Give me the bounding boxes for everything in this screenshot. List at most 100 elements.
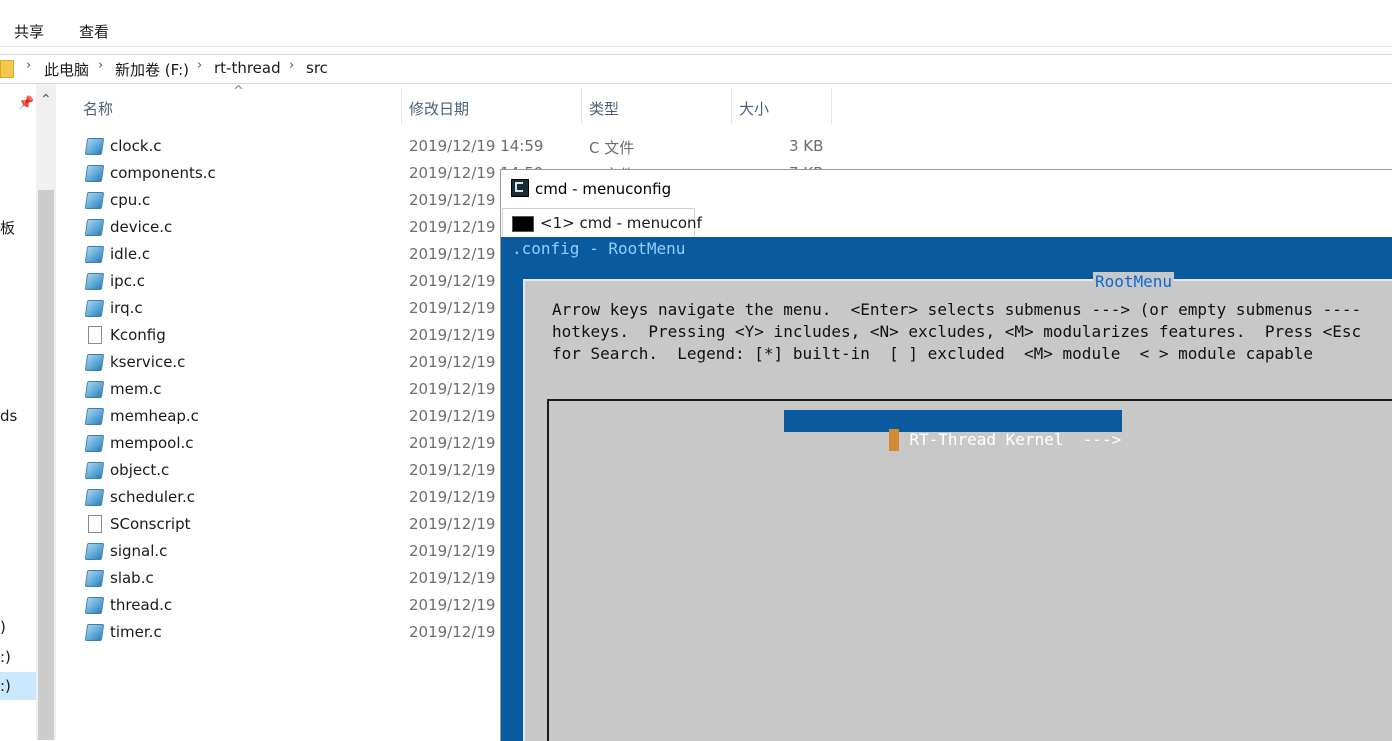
- c-file-icon: [84, 192, 105, 209]
- chevron-right-icon[interactable]: ›: [289, 58, 294, 73]
- terminal-icon: [512, 216, 534, 232]
- file-date: 2019/12/19: [409, 326, 496, 344]
- nav-scrollbar-thumb[interactable]: [38, 190, 54, 740]
- column-divider[interactable]: [401, 88, 402, 124]
- ribbon-tab-share[interactable]: 共享: [14, 21, 44, 42]
- nav-item[interactable]: ds: [0, 407, 17, 425]
- c-file-icon: [84, 462, 105, 479]
- address-bar[interactable]: › 此电脑 › 新加卷 (F:) › rt-thread › src: [0, 54, 1392, 84]
- nav-item[interactable]: :): [0, 648, 11, 666]
- file-name: cpu.c: [110, 191, 151, 209]
- breadcrumb-volume[interactable]: 新加卷 (F:): [115, 59, 189, 80]
- file-name: mem.c: [110, 380, 162, 398]
- c-file-icon: [84, 381, 105, 398]
- plain-file-icon: [88, 326, 102, 344]
- menu-item-rt-thread-kernel[interactable]: RT-Thread Kernel --->: [784, 410, 1123, 451]
- file-date: 2019/12/19: [409, 434, 496, 452]
- file-date: 2019/12/19: [409, 353, 496, 371]
- ribbon-tab-view[interactable]: 查看: [79, 21, 109, 42]
- menu-list-box: RT-Thread Kernel --->: [547, 399, 1392, 741]
- help-line: hotkeys. Pressing <Y> includes, <N> excl…: [552, 322, 1362, 341]
- file-name: mempool.c: [110, 434, 194, 452]
- column-divider[interactable]: [581, 88, 582, 124]
- file-date: 2019/12/19 14:59: [409, 137, 544, 155]
- file-name: kservice.c: [110, 353, 186, 371]
- menu-cursor: [889, 429, 900, 451]
- folder-icon: [0, 60, 14, 78]
- c-file-icon: [84, 300, 105, 317]
- file-date: 2019/12/19: [409, 191, 496, 209]
- c-file-icon: [84, 597, 105, 614]
- file-type: C 文件: [589, 139, 635, 157]
- sort-ascending-icon: ^: [233, 84, 244, 99]
- cmd-window[interactable]: cmd - menuconfig <1> cmd - menuconf .con…: [500, 169, 1392, 741]
- file-size: 3 KB: [789, 137, 824, 155]
- window-title: cmd - menuconfig: [535, 180, 672, 198]
- console-area[interactable]: .config - RootMenu RootMenu Arrow keys n…: [501, 237, 1392, 741]
- file-name: clock.c: [110, 137, 162, 155]
- scroll-up-icon[interactable]: ⌃: [40, 92, 52, 108]
- c-file-icon: [84, 273, 105, 290]
- pin-icon[interactable]: 📌: [18, 96, 34, 111]
- c-file-icon: [84, 354, 105, 371]
- file-name: device.c: [110, 218, 173, 236]
- file-name: scheduler.c: [110, 488, 196, 506]
- chevron-right-icon[interactable]: ›: [197, 58, 202, 73]
- c-file-icon: [84, 489, 105, 506]
- file-name: irq.c: [110, 299, 143, 317]
- file-name: object.c: [110, 461, 170, 479]
- file-date: 2019/12/19: [409, 542, 496, 560]
- column-header-size[interactable]: 大小: [739, 98, 769, 119]
- c-file-icon: [84, 165, 105, 182]
- file-name: components.c: [110, 164, 216, 182]
- file-date: 2019/12/19: [409, 380, 496, 398]
- file-date: 2019/12/19: [409, 245, 496, 263]
- nav-item[interactable]: 板: [0, 217, 15, 238]
- console-tab-label: <1> cmd - menuconf: [540, 214, 702, 232]
- c-file-icon: [84, 408, 105, 425]
- file-row[interactable]: clock.c 2019/12/19 14:59 C 文件 3 KB: [82, 134, 842, 161]
- breadcrumb-rt-thread[interactable]: rt-thread: [214, 59, 281, 77]
- ribbon: 共享 查看: [0, 0, 1392, 47]
- plain-file-icon: [88, 515, 102, 533]
- c-file-icon: [84, 246, 105, 263]
- help-line: for Search. Legend: [*] built-in [ ] exc…: [552, 344, 1313, 363]
- file-date: 2019/12/19: [409, 623, 496, 641]
- menuconfig-title: .config - RootMenu: [512, 239, 686, 258]
- c-file-icon: [84, 570, 105, 587]
- nav-item[interactable]: :): [0, 677, 11, 695]
- file-date: 2019/12/19: [409, 569, 496, 587]
- console-app-icon: [511, 179, 529, 197]
- column-divider[interactable]: [731, 88, 732, 124]
- c-file-icon: [84, 138, 105, 155]
- file-date: 2019/12/19: [409, 461, 496, 479]
- file-name: timer.c: [110, 623, 162, 641]
- console-tab[interactable]: <1> cmd - menuconf: [502, 208, 702, 237]
- c-file-icon: [84, 543, 105, 560]
- column-header-name[interactable]: 名称: [83, 98, 113, 119]
- file-name: ipc.c: [110, 272, 145, 290]
- file-name: Kconfig: [110, 326, 166, 344]
- chevron-right-icon[interactable]: ›: [26, 58, 31, 73]
- nav-item[interactable]: ): [0, 618, 6, 636]
- column-divider[interactable]: [831, 88, 832, 124]
- file-name: idle.c: [110, 245, 151, 263]
- breadcrumb-src[interactable]: src: [306, 59, 328, 77]
- chevron-right-icon[interactable]: ›: [98, 58, 103, 73]
- file-name: SConscript: [110, 515, 191, 533]
- menuconfig-dialog: RootMenu Arrow keys navigate the menu. <…: [523, 272, 1392, 741]
- column-header-type[interactable]: 类型: [589, 98, 619, 119]
- file-date: 2019/12/19: [409, 515, 496, 533]
- file-date: 2019/12/19: [409, 488, 496, 506]
- c-file-icon: [84, 219, 105, 236]
- menu-item-label: RT-Thread Kernel --->: [909, 430, 1122, 449]
- breadcrumb-this-pc[interactable]: 此电脑: [44, 59, 89, 80]
- help-line: Arrow keys navigate the menu. <Enter> se…: [552, 300, 1362, 319]
- column-header-date[interactable]: 修改日期: [409, 98, 469, 119]
- file-name: thread.c: [110, 596, 173, 614]
- c-file-icon: [84, 624, 105, 641]
- file-name: signal.c: [110, 542, 168, 560]
- file-date: 2019/12/19: [409, 407, 496, 425]
- file-date: 2019/12/19: [409, 272, 496, 290]
- dialog-title: RootMenu: [1093, 272, 1175, 291]
